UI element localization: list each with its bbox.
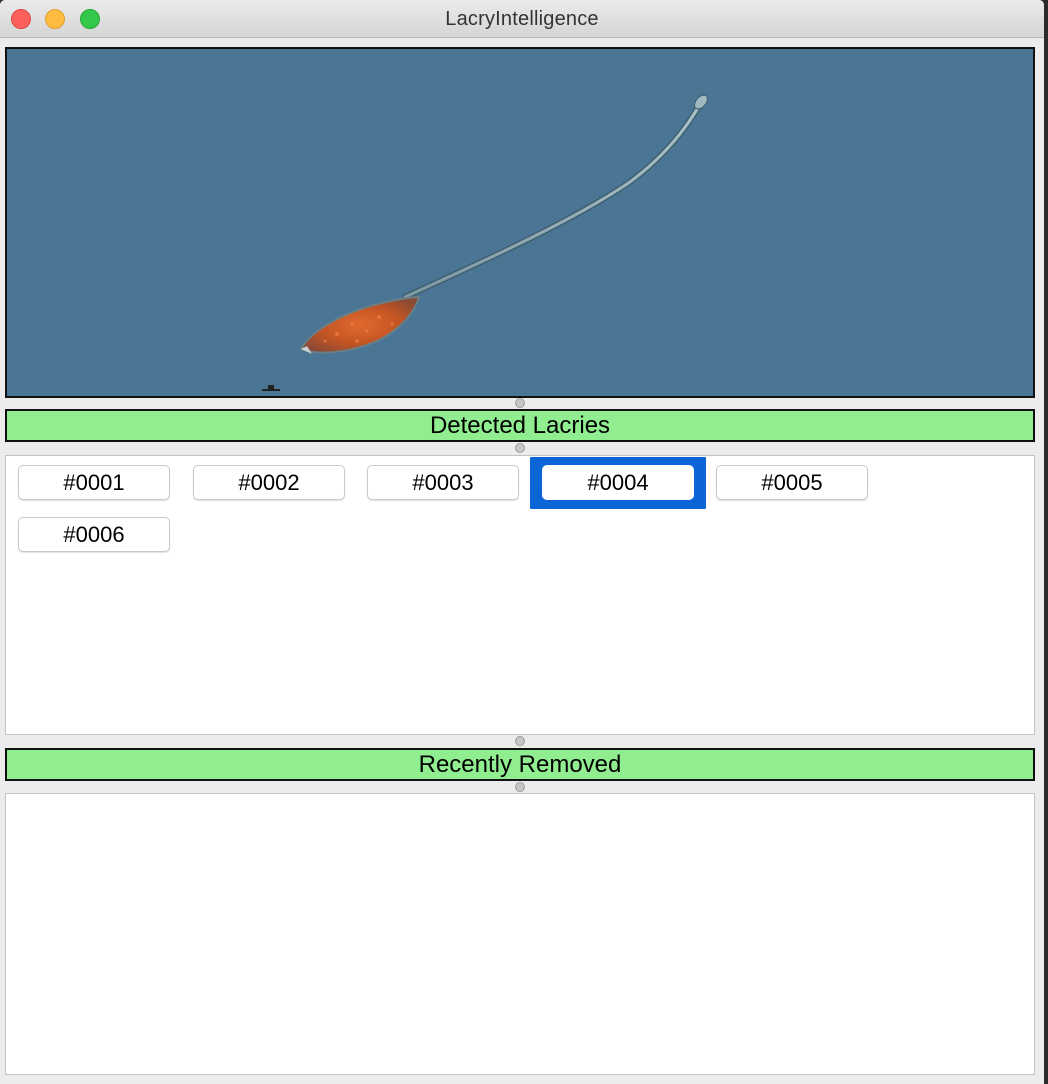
lacry-button-0002[interactable]: #0002 — [193, 465, 345, 500]
app-window: LacryIntelligence Detected Lacries #0001… — [0, 0, 1044, 1084]
lacry-button-0006[interactable]: #0006 — [18, 517, 170, 552]
splitter-handle[interactable] — [515, 782, 525, 792]
lacry-button-0005[interactable]: #0005 — [716, 465, 868, 500]
lacry-button-0004[interactable]: #0004 — [542, 465, 694, 500]
title-bar[interactable]: LacryIntelligence — [0, 0, 1044, 38]
lacry-button-0001[interactable]: #0001 — [18, 465, 170, 500]
detected-lacries-header: Detected Lacries — [5, 409, 1035, 442]
splitter-handle[interactable] — [515, 736, 525, 746]
splitter-handle[interactable] — [515, 398, 525, 408]
splitter-handle[interactable] — [515, 443, 525, 453]
detected-lacries-list[interactable]: #0001 #0002 #0003 #0004 #0005 #0006 — [5, 455, 1035, 735]
recently-removed-list[interactable] — [5, 793, 1035, 1075]
image-viewer[interactable] — [5, 47, 1035, 398]
window-title: LacryIntelligence — [445, 8, 599, 30]
lacry-button-0003[interactable]: #0003 — [367, 465, 519, 500]
organism-image — [262, 94, 708, 391]
recently-removed-header: Recently Removed — [5, 748, 1035, 781]
